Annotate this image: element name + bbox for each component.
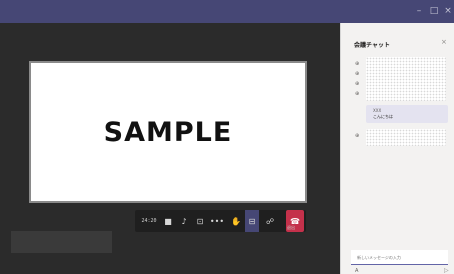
leave-tooltip: 退出	[287, 225, 295, 230]
self-preview	[11, 231, 112, 253]
chat-icon[interactable]: ⊟	[245, 210, 259, 232]
participant-icon: ⊕	[355, 71, 360, 77]
chat-message: XXX こんにちは	[366, 105, 448, 123]
video-sample-text: SAMPLE	[103, 116, 233, 148]
close-window-button[interactable]: ×	[442, 5, 454, 17]
raise-hand-icon[interactable]: ✋	[229, 210, 243, 232]
share-screen-icon[interactable]: ⊡	[193, 210, 207, 232]
chat-panel: 会議チャット × ⊕ ⊕ ⊕ ⊕ XXX こんにちは ⊕ A ▷	[340, 23, 454, 274]
mic-icon[interactable]: ♪	[177, 210, 191, 232]
chat-panel-title: 会議チャット	[354, 42, 390, 49]
minimize-button[interactable]: –	[413, 5, 425, 17]
participant-icon: ⊕	[355, 81, 360, 87]
send-icon[interactable]: ▷	[444, 267, 449, 274]
call-toolbar: 24:20 ■ ♪ ⊡ ••• ✋ ⊟ ☍ ☎	[135, 210, 306, 232]
participant-icon: ⊕	[355, 91, 360, 97]
title-bar: – □ ×	[0, 0, 454, 23]
message-input[interactable]	[357, 255, 442, 260]
participants-icon[interactable]: ☍	[263, 210, 277, 232]
participant-icon: ⊕	[355, 133, 360, 139]
message-sender: XXX	[373, 108, 382, 113]
redacted-messages	[366, 57, 446, 101]
maximize-button[interactable]: □	[428, 5, 440, 17]
redacted-message	[366, 129, 446, 146]
camera-icon[interactable]: ■	[161, 210, 175, 232]
format-icon[interactable]: A	[355, 268, 358, 274]
participant-icon: ⊕	[355, 61, 360, 67]
call-timer: 24:20	[141, 218, 157, 224]
chat-close-button[interactable]: ×	[441, 38, 447, 46]
message-text: こんにちは	[373, 114, 393, 119]
meeting-stage: SAMPLE 24:20 ■ ♪ ⊡ ••• ✋ ⊟ ☍ ☎ 退出	[0, 23, 340, 274]
shared-video: SAMPLE	[29, 61, 307, 203]
compose-box[interactable]	[351, 250, 448, 265]
more-options-icon[interactable]: •••	[209, 210, 225, 232]
